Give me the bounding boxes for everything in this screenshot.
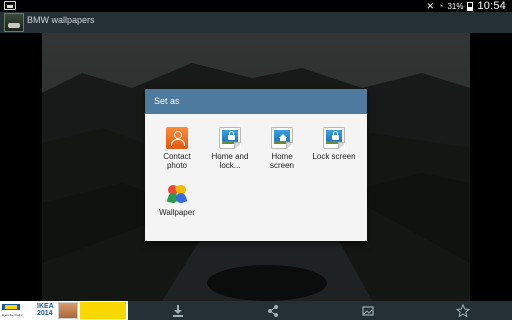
option-home-and-lock[interactable]: Home and lock... xyxy=(205,127,255,170)
status-indicators: ✕ ◔ 31% 10:54 xyxy=(426,0,506,12)
home-and-lock-screen-icon xyxy=(219,127,241,149)
option-home-screen[interactable]: Home screen xyxy=(257,127,307,170)
app-title: BMW wallpapers xyxy=(27,15,95,25)
option-label: Contact photo xyxy=(152,152,202,170)
share-icon[interactable] xyxy=(265,303,281,319)
option-label-line1: Home and xyxy=(211,152,249,161)
set-as-dialog: Set as Contact photo Home and lock... Ho… xyxy=(145,89,367,241)
bottom-bar: Hjem fra Kraljic IKEA 2014 xyxy=(0,301,512,320)
ad-brand: IKEA xyxy=(37,303,54,310)
option-label: Home screen xyxy=(257,152,307,170)
dialog-header: Set as xyxy=(145,89,367,114)
notification-image-icon xyxy=(4,1,16,10)
ikea-logo xyxy=(2,304,20,310)
ad-promo-panel xyxy=(80,302,126,319)
battery-icon xyxy=(467,1,474,11)
download-icon[interactable] xyxy=(170,303,186,319)
home-icon xyxy=(279,134,287,142)
home-screen-icon xyxy=(271,127,293,149)
lock-icon xyxy=(332,131,339,140)
ad-banner[interactable]: Hjem fra Kraljic IKEA 2014 xyxy=(0,301,128,320)
option-label: Wallpaper xyxy=(152,208,202,217)
clock: 10:54 xyxy=(477,0,506,12)
option-label: Home and lock... xyxy=(205,152,255,170)
option-label-line2: screen xyxy=(269,161,294,170)
status-bar: ✕ ◔ 31% 10:54 xyxy=(0,0,512,12)
app-icon[interactable] xyxy=(4,13,24,32)
favorite-star-icon[interactable] xyxy=(455,303,471,319)
set-as-icon[interactable] xyxy=(360,303,376,319)
option-lock-screen[interactable]: Lock screen xyxy=(309,127,359,161)
action-bar: BMW wallpapers xyxy=(0,12,512,33)
option-label-line2: photo xyxy=(166,161,188,170)
mute-icon: ✕ xyxy=(426,1,435,11)
ad-catalog-image xyxy=(58,302,78,319)
ad-year: 2014 xyxy=(37,310,53,317)
ad-headline: IKEA 2014 xyxy=(37,303,54,317)
option-label-line1: Lock screen xyxy=(312,152,356,161)
option-contact-photo[interactable]: Contact photo xyxy=(152,127,202,170)
contact-icon xyxy=(166,127,188,149)
battery-percent: 31% xyxy=(447,1,464,11)
lock-screen-icon xyxy=(323,127,345,149)
option-label-line1: Home xyxy=(271,152,293,161)
dialog-title: Set as xyxy=(154,96,180,106)
wifi-icon: ◔ xyxy=(438,1,444,11)
option-label-line2: lock... xyxy=(219,161,241,170)
lock-icon xyxy=(228,131,235,140)
ad-small-text: Hjem fra Kraljic xyxy=(2,313,23,317)
option-label: Lock screen xyxy=(309,152,359,161)
option-label-line1: Wallpaper xyxy=(159,208,195,217)
option-wallpaper[interactable]: Wallpaper xyxy=(152,183,202,217)
wallpaper-pinwheel-icon xyxy=(166,183,188,205)
option-label-line1: Contact xyxy=(163,152,191,161)
